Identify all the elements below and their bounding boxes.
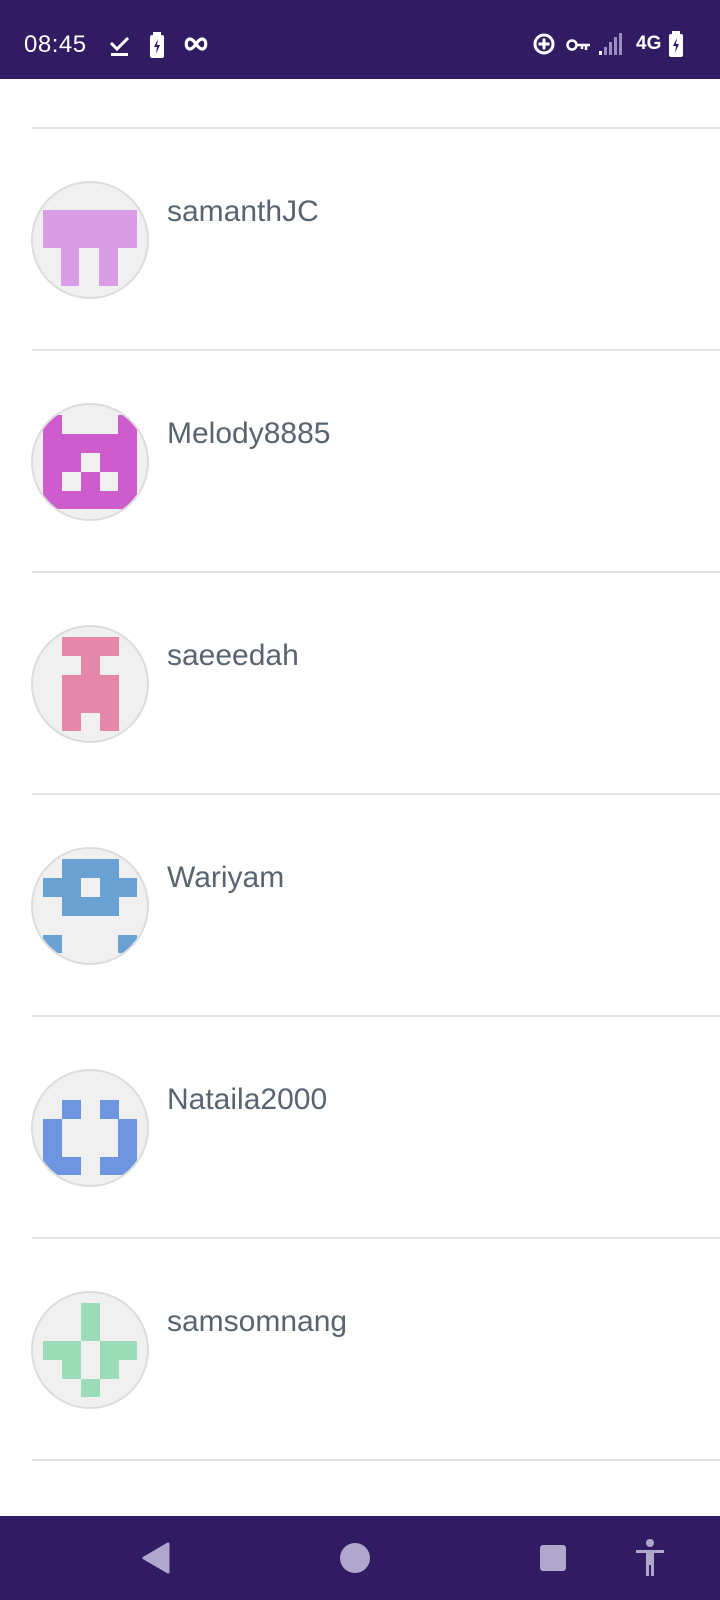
identicon-icon (43, 859, 137, 953)
avatar (31, 1069, 149, 1187)
username: samanthJC (167, 195, 319, 228)
avatar-pattern (43, 1100, 137, 1175)
identicon-icon (43, 415, 137, 509)
status-bar: 08:45 4G (0, 0, 720, 79)
accessibility-icon[interactable] (633, 1538, 667, 1578)
infinity-icon (184, 37, 208, 51)
identicon-icon (43, 1100, 137, 1175)
list-item[interactable]: Nataila2000 (0, 1016, 720, 1240)
list-item[interactable]: Wariyam (0, 794, 720, 1018)
list-item[interactable]: Melody8885 (0, 350, 720, 574)
battery-saver-icon (150, 32, 164, 58)
identicon-icon (43, 210, 137, 286)
back-icon[interactable] (138, 1540, 174, 1576)
avatar (31, 181, 149, 299)
username: saeeedah (167, 639, 299, 672)
network-type: 4G (636, 33, 662, 54)
identicon-icon (62, 637, 119, 731)
username: Melody8885 (167, 417, 331, 450)
avatar-pattern (43, 415, 137, 509)
avatar-pattern (62, 637, 119, 731)
avatar (31, 403, 149, 521)
username: Nataila2000 (167, 1083, 328, 1116)
home-icon[interactable] (337, 1540, 373, 1576)
avatar (31, 625, 149, 743)
username: samsomnang (167, 1305, 348, 1338)
status-time: 08:45 (24, 31, 87, 58)
avatar (31, 1291, 149, 1409)
list-divider (32, 1459, 720, 1461)
list-item[interactable]: samsomnang (0, 1238, 720, 1462)
avatar (31, 847, 149, 965)
navigation-bar (0, 1516, 720, 1600)
list-item[interactable]: saeeedah (0, 572, 720, 796)
signal-icon (599, 33, 622, 55)
avatar-pattern (43, 1303, 137, 1397)
recents-icon[interactable] (535, 1540, 571, 1576)
identicon-icon (43, 1303, 137, 1397)
username: Wariyam (167, 861, 285, 894)
list-item[interactable]: samanthJC (0, 128, 720, 352)
vpn-key-icon (566, 39, 590, 51)
download-done-icon (109, 36, 130, 56)
avatar-pattern (43, 859, 137, 953)
data-saver-icon (533, 33, 555, 55)
battery-charging-icon (669, 31, 683, 57)
